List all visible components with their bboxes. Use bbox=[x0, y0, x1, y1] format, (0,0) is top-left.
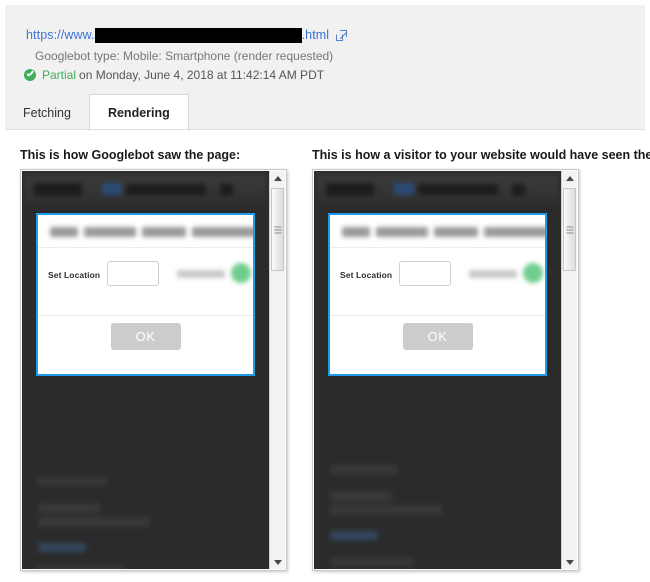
fetched-url-link[interactable]: https://www. bbox=[26, 28, 95, 42]
url-redaction-bar bbox=[94, 27, 302, 43]
rendered-page-lower-content bbox=[326, 459, 549, 566]
visitor-preview-heading: This is how a visitor to your website wo… bbox=[312, 148, 650, 162]
row-redacted-text bbox=[469, 270, 517, 278]
modal-title-redacted bbox=[48, 225, 253, 239]
scroll-down-arrow-icon[interactable] bbox=[270, 554, 285, 569]
scroll-up-arrow-icon[interactable] bbox=[270, 171, 285, 186]
preview-scrollbar[interactable] bbox=[269, 171, 285, 569]
location-input[interactable] bbox=[399, 261, 451, 286]
set-location-label: Set Location bbox=[340, 270, 393, 280]
rendered-site-navbar bbox=[316, 174, 559, 207]
googlebot-preview-panel: Set Location OK bbox=[20, 169, 287, 571]
location-input[interactable] bbox=[107, 261, 159, 286]
visitor-preview-panel: Set Location OK bbox=[312, 169, 579, 571]
green-status-dot-icon bbox=[523, 263, 543, 283]
ok-button[interactable]: OK bbox=[402, 323, 473, 350]
modal-footer: OK bbox=[38, 312, 253, 374]
visitor-preview-viewport: Set Location OK bbox=[314, 171, 561, 569]
scrollbar-thumb[interactable] bbox=[271, 188, 284, 271]
rendered-site-navbar bbox=[24, 174, 267, 207]
fetched-url-row: https://www. .html bbox=[26, 27, 348, 43]
modal-footer: OK bbox=[330, 312, 545, 374]
preview-scrollbar[interactable] bbox=[561, 171, 577, 569]
status-timestamp: on Monday, June 4, 2018 at 11:42:14 AM P… bbox=[79, 68, 325, 82]
green-status-dot-icon bbox=[231, 263, 251, 283]
row-redacted-text bbox=[177, 270, 225, 278]
ok-button[interactable]: OK bbox=[110, 323, 181, 350]
googlebot-preview-heading: This is how Googlebot saw the page: bbox=[20, 148, 241, 162]
check-circle-icon bbox=[24, 69, 36, 81]
googlebot-preview-viewport: Set Location OK bbox=[22, 171, 269, 569]
set-location-label: Set Location bbox=[48, 270, 101, 280]
scrollbar-thumb[interactable] bbox=[563, 188, 576, 271]
scroll-up-arrow-icon[interactable] bbox=[562, 171, 577, 186]
tab-rendering[interactable]: Rendering bbox=[88, 94, 189, 131]
modal-title-redacted bbox=[340, 225, 545, 239]
external-link-icon[interactable] bbox=[336, 29, 348, 41]
tab-bar: Fetching Rendering bbox=[5, 93, 645, 131]
tab-fetching[interactable]: Fetching bbox=[5, 97, 89, 130]
location-modal-dialog: Set Location OK bbox=[36, 213, 255, 376]
googlebot-type-label: Googlebot type: Mobile: Smartphone (rend… bbox=[35, 49, 334, 63]
fetched-url-suffix[interactable]: .html bbox=[302, 28, 330, 42]
scroll-down-arrow-icon[interactable] bbox=[562, 554, 577, 569]
status-badge: Partial bbox=[42, 68, 77, 82]
fetch-status-row: Partial on Monday, June 4, 2018 at 11:42… bbox=[24, 68, 324, 82]
set-location-row: Set Location bbox=[38, 248, 253, 310]
set-location-row: Set Location bbox=[330, 248, 545, 310]
tab-bar-underline bbox=[5, 129, 645, 130]
location-modal-dialog: Set Location OK bbox=[328, 213, 547, 376]
rendered-page-lower-content bbox=[34, 471, 257, 569]
